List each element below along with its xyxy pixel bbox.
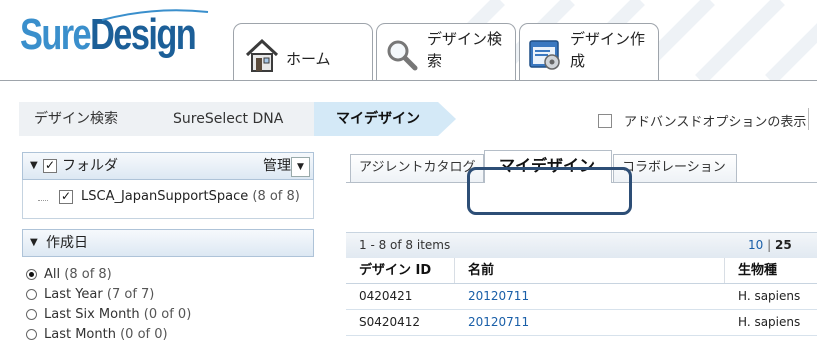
items-count: 1 - 8 of 8 items [359,238,451,252]
annotation-highlight-box [467,167,632,215]
date-filter-label: All (8 of 8) [44,267,112,282]
magnifier-icon [385,38,419,76]
header-divider [0,80,817,81]
advanced-options-checkbox[interactable] [598,113,612,128]
table-row[interactable] [346,336,817,361]
cell-design-id: 0420421 [359,289,413,303]
tab-agilent-catalog[interactable]: アジレントカタログ [350,154,484,182]
folder-panel-title: フォルダ [62,158,118,174]
home-icon [244,37,280,77]
date-filter-label: Last Six Month (0 of 0) [44,307,192,322]
advanced-options-toggle[interactable]: アドバンスドオプションの表示 [598,111,806,130]
breadcrumb-design-search[interactable]: デザイン検索 [19,102,162,136]
cell-organism: H. sapiens [738,289,801,303]
tab-home-label: ホーム [286,50,331,68]
date-filter-label: Last Month (0 of 0) [44,327,168,342]
table-row[interactable]: 0420421 20120711 H. sapiens [346,284,817,310]
app-header: SureDesign ホーム デザイン検 索 デザイン作 成 [0,0,817,92]
date-filter-label: Last Year (7 of 7) [44,287,155,302]
folder-all-checkbox[interactable]: ✓ [43,159,57,173]
collapse-triangle-icon[interactable]: ▼ [30,153,38,179]
manage-label[interactable]: 管理 [263,153,291,179]
breadcrumb-sureselect-dna[interactable]: SureSelect DNA [158,102,318,136]
folder-item[interactable]: LSCA_JapanSupportSpace (8 of 8) [81,189,300,204]
date-filter-radio[interactable] [26,309,37,320]
date-filter-radio[interactable] [26,269,37,280]
table-header: デザイン ID 名前 生物種 [346,258,817,284]
column-design-id[interactable]: デザイン ID [346,258,455,283]
tab-design-create-line1: デザイン作 [570,30,646,48]
page-size-25[interactable]: 25 [775,238,792,252]
tab-design-search[interactable]: デザイン検 索 [376,23,516,81]
table-row[interactable]: S0420412 20120711 H. sapiens [346,310,817,336]
collapse-triangle-icon[interactable]: ▼ [30,230,38,256]
folder-item-checkbox[interactable]: ✓ [59,190,73,204]
tree-connector [38,180,48,201]
advanced-options-label: アドバンスドオプションの表示 [624,115,807,130]
folder-panel-header[interactable]: ▼ ✓ フォルダ 管理 ▼ [22,152,314,180]
tab-home[interactable]: ホーム [233,23,373,81]
page-size-separator: | [767,238,772,252]
breadcrumb-active-arrow [438,102,456,136]
tab-design-search-line1: デザイン検 [427,30,503,48]
logo-swoosh-icon [101,9,209,21]
column-organism[interactable]: 生物種 [725,258,817,283]
page-size-10[interactable]: 10 [748,238,763,252]
date-filter-radio[interactable] [26,329,37,340]
folder-tree: ✓ LSCA_JapanSupportSpace (8 of 8) [22,180,314,219]
logo-sure-text: Sure [20,10,92,59]
breadcrumb-my-design: マイデザイン [314,102,438,136]
manage-dropdown-button[interactable]: ▼ [291,157,310,177]
cell-design-id: S0420412 [359,315,421,329]
cell-name-link[interactable]: 20120711 [455,310,529,335]
design-create-icon [528,38,562,76]
column-name[interactable]: 名前 [455,258,725,283]
page-size-selector: 10 | 25 [748,233,792,257]
toolbar-divider [808,108,809,130]
cell-organism: H. sapiens [738,315,801,329]
folder-item-count: (8 of 8) [252,189,300,204]
created-date-panel-title: 作成日 [46,235,88,251]
pager-bar: 1 - 8 of 8 items 10 | 25 [346,232,817,258]
tab-design-search-line2: 索 [427,52,443,70]
tab-design-create-line2: 成 [570,52,586,70]
tab-design-create[interactable]: デザイン作 成 [519,23,659,81]
folder-item-name: LSCA_JapanSupportSpace [81,189,249,204]
cell-name-link[interactable]: 20120711 [455,284,529,309]
created-date-panel-header[interactable]: ▼ 作成日 [22,229,314,257]
date-filter-radio[interactable] [26,289,37,300]
